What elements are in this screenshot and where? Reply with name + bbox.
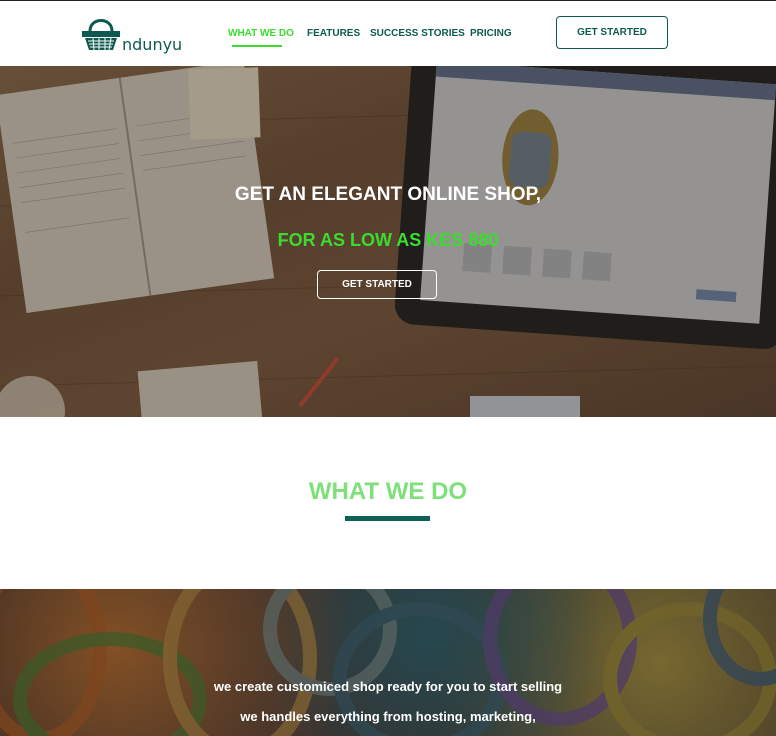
nav-features[interactable]: FEATURES [307, 28, 360, 39]
what-we-do-line-1: we create customiced shop ready for you … [213, 679, 563, 694]
get-started-hero-button[interactable]: GET STARTED [317, 270, 437, 299]
what-we-do-heading: WHAT WE DO [308, 478, 468, 505]
what-we-do-line-2: we handles everything from hosting, mark… [240, 709, 536, 724]
nav-pricing[interactable]: PRICING [470, 28, 512, 39]
hero-subtitle: FOR AS LOW AS KES 880 [277, 230, 499, 250]
beads-section: we create customiced shop ready for you … [0, 589, 776, 736]
nav-success-stories[interactable]: SUCCESS STORIES [370, 28, 465, 39]
nav-active-underline [232, 45, 282, 47]
heading-underline-bar [345, 516, 430, 521]
get-started-header-button[interactable]: GET STARTED [556, 16, 668, 49]
hero-title: GET AN ELEGANT ONLINE SHOP, [234, 184, 542, 205]
hero-section: GET AN ELEGANT ONLINE SHOP, FOR AS LOW A… [0, 66, 776, 417]
site-header: ndunyu WHAT WE DO FEATURES SUCCESS STORI… [0, 0, 776, 66]
nav-what-we-do[interactable]: WHAT WE DO [228, 28, 294, 39]
